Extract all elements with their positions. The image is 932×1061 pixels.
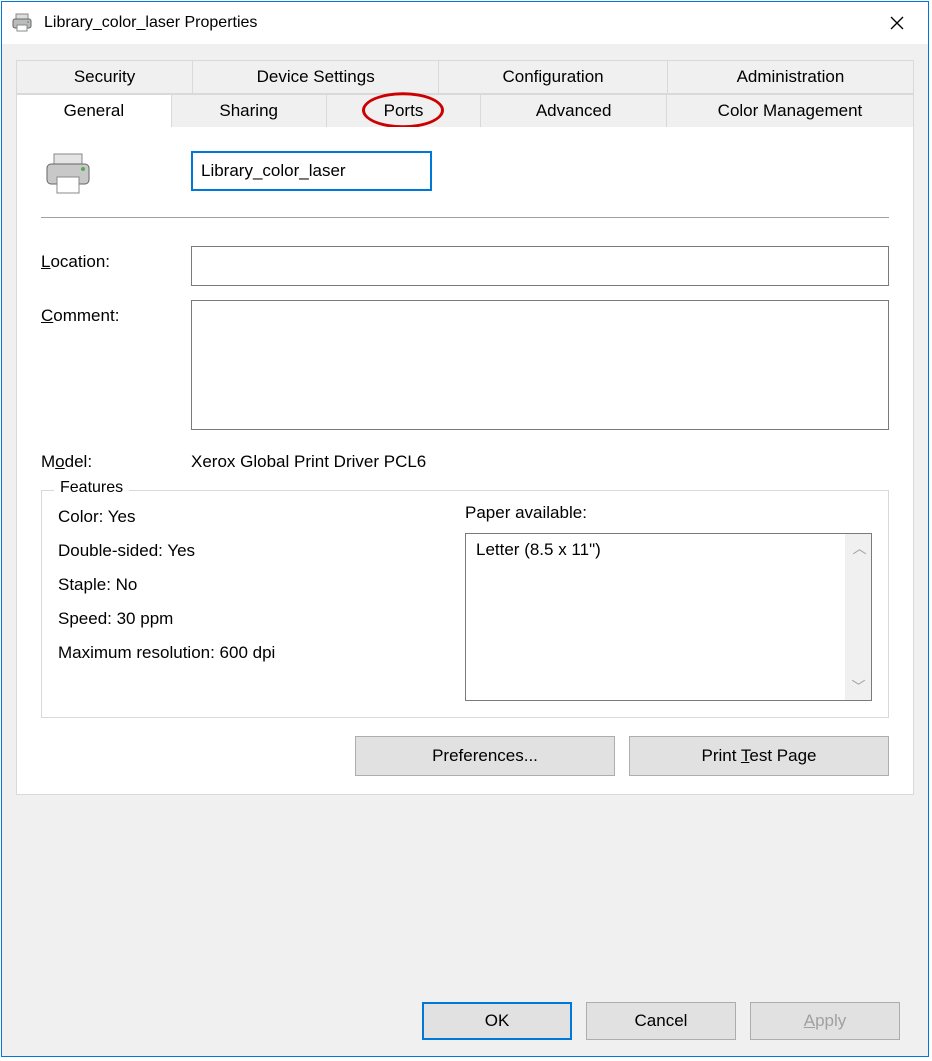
features-group: Features Color: Yes Double-sided: Yes St… [41,490,889,718]
titlebar: Library_color_laser Properties [2,2,928,44]
tab-device-settings[interactable]: Device Settings [193,60,439,94]
tab-administration[interactable]: Administration [668,60,914,94]
tab-label: Sharing [219,101,278,120]
tab-label: General [64,101,124,120]
tab-color-management[interactable]: Color Management [667,94,914,127]
model-label: Model: [41,452,191,472]
dialog-content: Security Device Settings Configuration A… [2,44,928,1056]
tab-general[interactable]: General [16,94,172,127]
button-label: OK [485,1011,510,1030]
model-row: Model: Xerox Global Print Driver PCL6 [41,452,889,472]
cancel-button[interactable]: Cancel [586,1002,736,1040]
window-title: Library_color_laser Properties [44,14,874,32]
close-icon [890,16,904,30]
comment-input[interactable] [191,300,889,430]
printer-title-icon [10,11,34,35]
location-input[interactable] [191,246,889,286]
feature-color: Color: Yes [58,507,465,527]
tab-configuration[interactable]: Configuration [439,60,668,94]
print-test-page-button[interactable]: Print Test Page [629,736,889,776]
tab-panel-general: Location: Comment: Model: Xerox Global P… [16,127,914,795]
tab-label: Configuration [502,67,603,86]
feature-speed: Speed: 30 ppm [58,609,465,629]
properties-dialog: Library_color_laser Properties Security … [1,1,929,1057]
scroll-up-icon: 〈 [845,541,873,555]
feature-max-resolution: Maximum resolution: 600 dpi [58,643,465,663]
divider [41,217,889,218]
button-label: Apply [804,1011,847,1030]
feature-double-sided: Double-sided: Yes [58,541,465,561]
button-label: Cancel [635,1011,688,1030]
tab-ports[interactable]: Ports [327,94,482,127]
location-row: Location: [41,246,889,286]
button-label: Preferences... [432,746,538,765]
paper-available-label: Paper available: [465,503,872,523]
printer-icon [41,151,191,197]
ok-button[interactable]: OK [422,1002,572,1040]
tab-advanced[interactable]: Advanced [481,94,667,127]
features-right: Paper available: Letter (8.5 x 11") 〈 〈 [465,503,872,701]
tab-security[interactable]: Security [16,60,193,94]
tab-sharing[interactable]: Sharing [172,94,327,127]
apply-button[interactable]: Apply [750,1002,900,1040]
tabs: Security Device Settings Configuration A… [16,60,914,795]
paper-item: Letter (8.5 x 11") [466,534,871,566]
scroll-down-icon: 〈 [845,679,873,693]
model-value: Xerox Global Print Driver PCL6 [191,452,426,472]
features-legend: Features [54,479,129,497]
tab-label: Ports [384,101,424,120]
tab-label: Administration [737,67,845,86]
paper-available-list[interactable]: Letter (8.5 x 11") 〈 〈 [465,533,872,701]
feature-staple: Staple: No [58,575,465,595]
close-button[interactable] [874,7,920,39]
tab-label: Security [74,67,135,86]
tab-label: Advanced [536,101,612,120]
mid-button-row: Preferences... Print Test Page [41,736,889,776]
features-left: Color: Yes Double-sided: Yes Staple: No … [58,503,465,701]
tab-label: Color Management [718,101,863,120]
comment-row: Comment: [41,300,889,434]
printer-name-input[interactable] [191,151,432,191]
tab-label: Device Settings [257,67,375,86]
printer-name-row [41,151,889,197]
location-label: Location: [41,246,191,272]
preferences-button[interactable]: Preferences... [355,736,615,776]
comment-label: Comment: [41,300,191,326]
scrollbar[interactable]: 〈 〈 [845,534,871,700]
dialog-footer: OK Cancel Apply [16,986,914,1056]
button-label: Print Test Page [702,746,817,765]
